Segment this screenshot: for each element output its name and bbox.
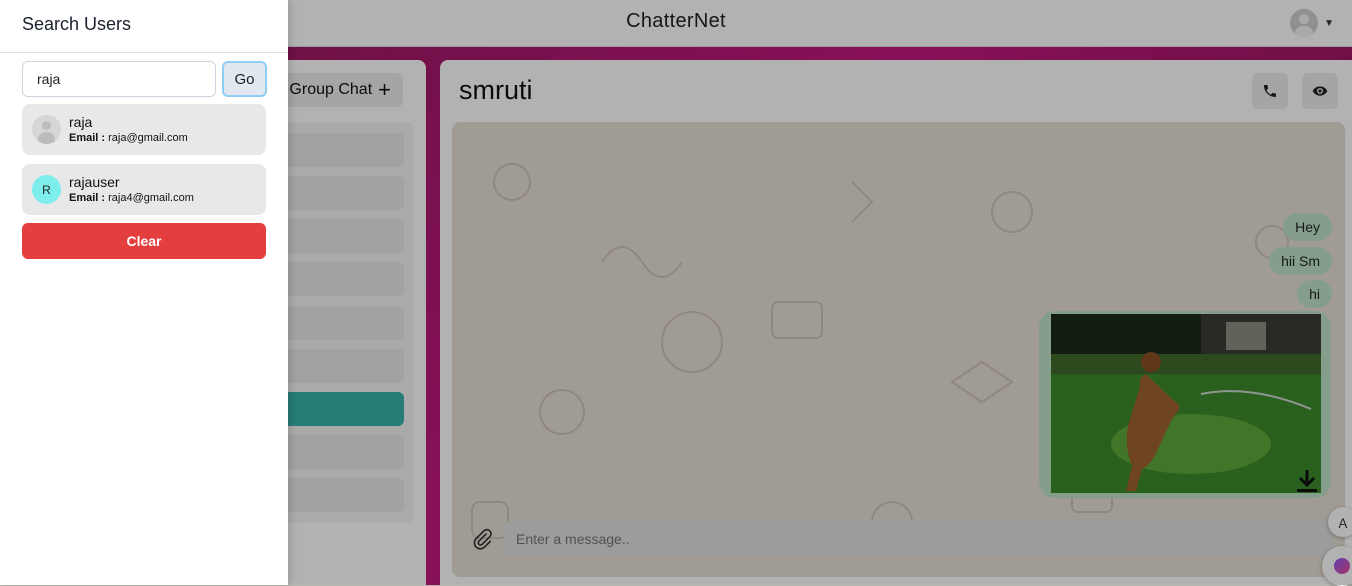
go-button[interactable]: Go <box>222 61 267 97</box>
user-name: raja <box>69 113 93 130</box>
search-result-item[interactable]: raja Email : raja@gmail.com <box>22 104 266 155</box>
search-drawer: Search Users Go raja Email : raja@gmail.… <box>0 0 288 585</box>
email-value: raja4@gmail.com <box>108 191 194 204</box>
user-email: Email : raja@gmail.com <box>69 131 188 146</box>
drawer-overlay[interactable] <box>288 0 1352 585</box>
user-email: Email : raja4@gmail.com <box>69 191 194 206</box>
clear-button[interactable]: Clear <box>22 223 266 259</box>
search-result-item[interactable]: R rajauser Email : raja4@gmail.com <box>22 164 266 215</box>
email-value: raja@gmail.com <box>108 131 188 144</box>
search-row: Go <box>22 61 267 97</box>
avatar <box>32 115 61 144</box>
user-name: rajauser <box>69 173 120 190</box>
drawer-title: Search Users <box>0 0 288 53</box>
search-input[interactable] <box>22 61 216 97</box>
email-label: Email : <box>69 191 106 204</box>
avatar: R <box>32 175 61 204</box>
email-label: Email : <box>69 131 106 144</box>
